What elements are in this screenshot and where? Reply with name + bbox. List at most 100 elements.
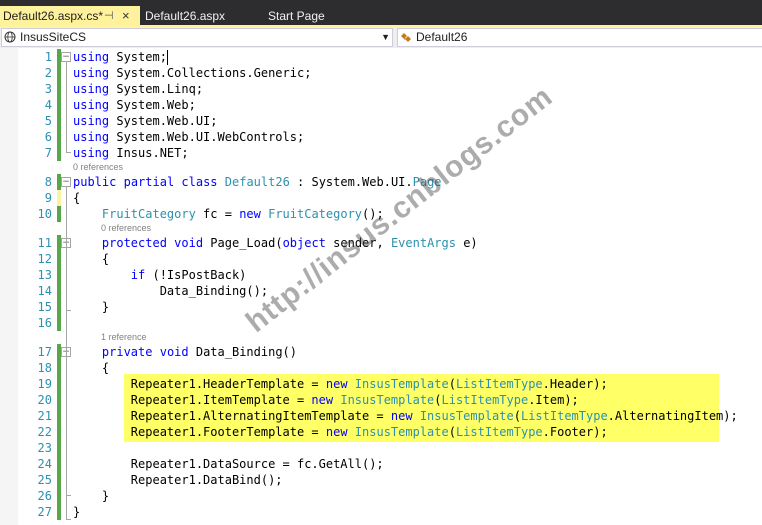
member-name: Default26 — [416, 30, 468, 44]
collapse-toggle-icon[interactable]: − — [61, 177, 71, 187]
codelens-references[interactable]: 0 references — [101, 222, 151, 234]
code-line[interactable]: 4 using System.Web; — [0, 97, 762, 113]
code-text[interactable]: Repeater1.HeaderTemplate = new InsusTemp… — [73, 376, 608, 392]
code-line[interactable]: 19 Repeater1.HeaderTemplate = new InsusT… — [0, 376, 762, 392]
keyword-token: using — [73, 146, 110, 160]
pin-icon[interactable]: ⊣ — [104, 6, 114, 26]
code-text[interactable]: Repeater1.DataSource = fc.GetAll(); — [73, 456, 384, 472]
keyword-token: using — [73, 130, 110, 144]
code-line[interactable]: 14 Data_Binding(); — [0, 283, 762, 299]
code-token: System.Collections.Generic; — [109, 66, 312, 80]
change-indicator — [57, 376, 61, 392]
code-text[interactable]: } — [73, 504, 80, 520]
member-dropdown[interactable]: Default26 — [397, 28, 762, 47]
tab-default26-aspx-cs[interactable]: Default26.aspx.cs* ⊣ × — [0, 6, 140, 26]
code-token: Repeater1.AlternatingItemTemplate = — [73, 409, 391, 423]
code-text[interactable]: using System.Web.UI.WebControls; — [73, 129, 304, 145]
code-text[interactable]: public partial class Default26 : System.… — [73, 174, 442, 190]
line-number: 10 — [37, 207, 52, 221]
code-text[interactable]: private void Data_Binding() — [73, 344, 297, 360]
keyword-token: new — [390, 409, 413, 423]
code-line[interactable]: 23 — [0, 440, 762, 456]
outline-guide-end — [66, 519, 71, 520]
code-text[interactable]: Repeater1.DataBind(); — [73, 472, 283, 488]
code-line[interactable]: 27} — [0, 504, 762, 520]
code-text[interactable]: Repeater1.FooterTemplate = new InsusTemp… — [73, 424, 608, 440]
tab-default26-aspx[interactable]: Default26.aspx — [145, 6, 255, 26]
type-token: ListItemType — [520, 409, 608, 423]
code-text[interactable]: Data_Binding(); — [73, 283, 268, 299]
keyword-token: new — [325, 425, 348, 439]
code-line[interactable]: 24 Repeater1.DataSource = fc.GetAll(); — [0, 456, 762, 472]
code-line[interactable]: 12 { — [0, 251, 762, 267]
code-line[interactable]: 20 Repeater1.ItemTemplate = new InsusTem… — [0, 392, 762, 408]
code-token: Insus.NET; — [109, 146, 189, 160]
change-indicator — [57, 424, 61, 440]
code-line[interactable]: 5 using System.Web.UI; — [0, 113, 762, 129]
type-token: FruitCategory — [268, 207, 363, 221]
code-text[interactable]: { — [73, 360, 109, 376]
code-line[interactable]: 15 } — [0, 299, 762, 315]
code-token: ( — [513, 409, 521, 423]
outline-guide-end — [66, 310, 71, 311]
keyword-token: class — [181, 175, 218, 189]
code-line[interactable]: 22 Repeater1.FooterTemplate = new InsusT… — [0, 424, 762, 440]
code-text[interactable]: { — [73, 190, 80, 206]
code-text[interactable]: using System.Linq; — [73, 81, 203, 97]
line-number: 15 — [37, 300, 52, 314]
code-line[interactable]: 18 { — [0, 360, 762, 376]
code-text[interactable]: using System.Collections.Generic; — [73, 65, 311, 81]
code-token: System.Web.UI.WebControls; — [109, 130, 305, 144]
line-number: 18 — [37, 361, 52, 375]
code-text[interactable]: Repeater1.ItemTemplate = new InsusTempla… — [73, 392, 579, 408]
dropdown-arrow-icon[interactable]: ▼ — [381, 29, 390, 46]
keyword-token: private — [101, 345, 153, 359]
code-line[interactable]: 3 using System.Linq; — [0, 81, 762, 97]
code-text[interactable]: if (!IsPostBack) — [73, 267, 247, 283]
close-icon[interactable]: × — [122, 6, 130, 26]
code-text[interactable]: FruitCategory fc = new FruitCategory(); — [73, 206, 384, 222]
code-text[interactable]: using System.Web.UI; — [73, 113, 218, 129]
change-indicator — [57, 145, 61, 161]
code-token: System.Linq; — [109, 82, 204, 96]
code-editor[interactable]: 1− using System; 2 using System.Collections… — [0, 48, 762, 525]
collapse-toggle-icon[interactable]: − — [61, 52, 71, 62]
code-line[interactable]: 8− public partial class Default26 : Syste… — [0, 174, 762, 190]
code-line[interactable]: 2 using System.Collections.Generic; — [0, 65, 762, 81]
code-line[interactable]: 21 Repeater1.AlternatingItemTemplate = n… — [0, 408, 762, 424]
code-line[interactable]: 25 Repeater1.DataBind(); — [0, 472, 762, 488]
code-text[interactable]: } — [73, 299, 109, 315]
code-text[interactable]: } — [73, 488, 109, 504]
code-text[interactable]: Repeater1.AlternatingItemTemplate = new … — [73, 408, 738, 424]
document-tab-strip: Default26.aspx.cs* ⊣ × Default26.aspx St… — [0, 0, 762, 27]
code-text[interactable]: using System.Web; — [73, 97, 196, 113]
keyword-token: using — [73, 98, 110, 112]
code-line[interactable]: 6 using System.Web.UI.WebControls; — [0, 129, 762, 145]
code-line[interactable]: 17− private void Data_Binding() — [0, 344, 762, 360]
code-text[interactable]: using System; — [73, 49, 167, 65]
codelens-references[interactable]: 1 reference — [101, 331, 147, 343]
code-line[interactable]: 7 using Insus.NET; — [0, 145, 762, 161]
code-text[interactable]: { — [73, 251, 109, 267]
code-line[interactable]: 13 if (!IsPostBack) — [0, 267, 762, 283]
code-line[interactable]: 26 } — [0, 488, 762, 504]
keyword-token: using — [73, 82, 110, 96]
keyword-token: object — [282, 236, 326, 250]
tab-start-page[interactable]: Start Page — [268, 6, 358, 26]
code-text[interactable]: using Insus.NET; — [73, 145, 189, 161]
outline-guide — [66, 248, 67, 310]
code-text[interactable]: protected void Page_Load(object sender, … — [73, 235, 478, 251]
project-dropdown[interactable]: InsusSiteCS ▼ — [1, 28, 393, 47]
code-line[interactable]: 16 — [0, 315, 762, 331]
text-caret — [166, 50, 168, 65]
code-token: .Header); — [542, 377, 608, 391]
line-number: 8 — [44, 175, 52, 189]
change-indicator — [57, 456, 61, 472]
line-number: 6 — [44, 130, 52, 144]
type-token: Default26 — [224, 175, 290, 189]
line-number: 7 — [44, 146, 52, 160]
change-indicator — [57, 299, 61, 315]
code-line[interactable]: 1− using System; — [0, 49, 762, 65]
codelens-references[interactable]: 0 references — [73, 161, 123, 173]
